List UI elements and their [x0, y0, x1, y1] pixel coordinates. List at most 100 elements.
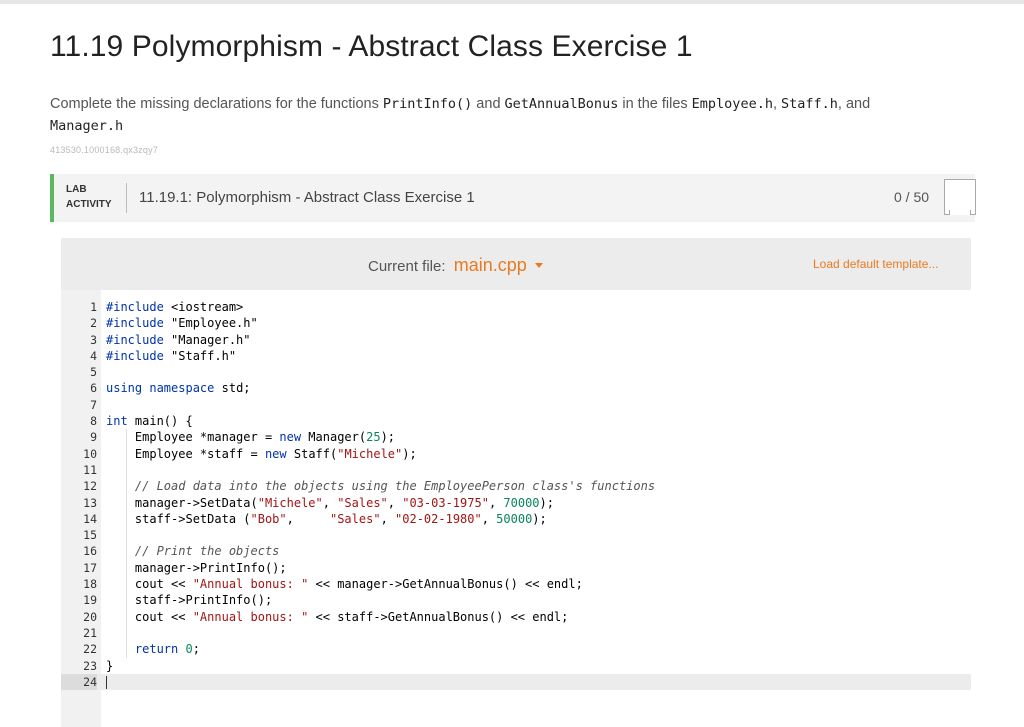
- code-text: }: [106, 658, 114, 673]
- code-line[interactable]: 22 return 0;: [61, 641, 971, 658]
- line-number: 8: [90, 414, 97, 429]
- line-number: 20: [83, 609, 97, 624]
- lab-score: 0 / 50: [894, 189, 930, 205]
- code-text: // Print the objects: [134, 544, 280, 559]
- lab-activity-header: LAB ACTIVITY 11.19.1: Polymorphism - Abs…: [50, 174, 976, 222]
- code-text: staff->PrintInfo();: [106, 593, 273, 608]
- code-printinfo: PrintInfo(): [382, 96, 473, 112]
- line-number: 16: [83, 544, 97, 559]
- code-text: return 0;: [134, 642, 200, 657]
- code-line[interactable]: 10 Employee *staff = new Staff("Michele"…: [61, 445, 971, 462]
- lab-tag-line2: ACTIVITY: [66, 199, 112, 210]
- code-text: #include "Manager.h": [106, 332, 251, 347]
- code-text: Employee *manager = new Manager(25);: [106, 430, 396, 445]
- line-number: 7: [90, 397, 97, 412]
- indent-guide: [126, 624, 127, 642]
- code-text: #include "Employee.h": [106, 316, 258, 331]
- code-line[interactable]: 17 manager->PrintInfo();: [61, 559, 971, 577]
- code-line[interactable]: 19 staff->PrintInfo();: [61, 592, 971, 609]
- code-text: staff->SetData ("Bob", "Sales", "02-02-1…: [106, 511, 547, 526]
- code-editor: Current file: main.cpp Load default temp…: [61, 238, 971, 727]
- code-text: // Load data into the objects using the …: [134, 479, 656, 494]
- line-number: 14: [83, 511, 97, 526]
- code-lines[interactable]: 1 #include <iostream> 2 #include "Employee.…: [61, 299, 971, 691]
- line-number: 18: [83, 577, 97, 592]
- caret-down-icon[interactable]: [534, 263, 543, 268]
- instructions-text: and: [472, 96, 505, 112]
- instructions-text: , and: [837, 96, 871, 112]
- lab-activity-tag: LAB ACTIVITY: [66, 182, 112, 212]
- code-line[interactable]: 13 manager->SetData("Michele", "Sales", …: [61, 494, 971, 511]
- line-number: 11: [83, 462, 97, 477]
- line-number: 19: [83, 593, 97, 608]
- line-number: 24: [61, 673, 97, 691]
- code-line[interactable]: 23}: [61, 658, 971, 674]
- code-line[interactable]: 18 cout << "Annual bonus: " << manager->…: [61, 576, 971, 593]
- text-cursor: [106, 675, 107, 689]
- code-text: Employee *staff = new Staff("Michele");: [106, 446, 417, 461]
- code-text: cout << "Annual bonus: " << manager->Get…: [106, 577, 583, 592]
- code-line[interactable]: 14 staff->SetData ("Bob", "Sales", "02-0…: [61, 510, 971, 528]
- code-line[interactable]: 11: [61, 461, 971, 479]
- load-default-template-link[interactable]: Load default template...: [813, 257, 938, 271]
- line-number: 2: [90, 316, 97, 331]
- lab-divider: [126, 183, 127, 213]
- current-file-label: Current file:: [368, 258, 446, 275]
- lab-title: 11.19.1: Polymorphism - Abstract Class E…: [139, 189, 475, 206]
- line-number: 23: [83, 658, 97, 673]
- score-badge-icon: [944, 179, 976, 215]
- instructions-text: Complete the missing declarations for th…: [50, 96, 383, 112]
- code-text: using namespace std;: [106, 381, 251, 396]
- code-getannualbonus: GetAnnualBonus: [504, 96, 619, 112]
- code-line[interactable]: 9 Employee *manager = new Manager(25);: [61, 429, 971, 446]
- indent-guide: [126, 527, 127, 544]
- current-file-selector[interactable]: Current file: main.cpp: [368, 255, 543, 276]
- line-number: 12: [83, 479, 97, 494]
- instructions: Complete the missing declarations for th…: [50, 93, 950, 137]
- line-number: 15: [83, 528, 97, 543]
- top-rule: [0, 0, 1024, 4]
- code-line[interactable]: 12 // Load data into the objects using t…: [61, 478, 971, 495]
- code-line[interactable]: 5: [61, 364, 971, 380]
- line-number: 4: [90, 348, 97, 363]
- code-line[interactable]: 8 int main() {: [61, 413, 971, 429]
- content-id: 413530.1000168.qx3zqy7: [50, 145, 158, 155]
- code-text: manager->PrintInfo();: [106, 560, 287, 575]
- line-number: 13: [83, 495, 97, 510]
- line-number: 5: [90, 365, 97, 380]
- code-line[interactable]: 24: [61, 673, 971, 691]
- code-line[interactable]: 21: [61, 624, 971, 642]
- code-line[interactable]: 6 using namespace std;: [61, 380, 971, 396]
- line-number: 22: [83, 642, 97, 657]
- code-area[interactable]: 1 #include <iostream> 2 #include "Employee.…: [61, 290, 971, 727]
- page-title: 11.19 Polymorphism - Abstract Class Exer…: [50, 30, 693, 63]
- line-number: 10: [83, 446, 97, 461]
- code-line[interactable]: 4 #include "Staff.h": [61, 348, 971, 364]
- code-staff-h: Staff.h: [781, 96, 838, 112]
- line-number: 9: [90, 430, 97, 445]
- code-employee-h: Employee.h: [691, 96, 773, 112]
- instructions-text: in the files: [618, 96, 692, 112]
- code-line[interactable]: 2 #include "Employee.h": [61, 315, 971, 331]
- line-number: 17: [83, 560, 97, 575]
- code-line[interactable]: 1 #include <iostream>: [61, 299, 971, 315]
- code-manager-h: Manager.h: [50, 118, 124, 134]
- code-line[interactable]: 20 cout << "Annual bonus: " << staff->Ge…: [61, 608, 971, 625]
- instructions-text: ,: [772, 96, 782, 112]
- code-line[interactable]: 16 // Print the objects: [61, 543, 971, 560]
- code-text: cout << "Annual bonus: " << staff->GetAn…: [106, 609, 569, 624]
- lab-tag-line1: LAB: [66, 184, 87, 195]
- code-text: #include "Staff.h": [106, 348, 237, 363]
- line-number: 6: [90, 381, 97, 396]
- code-line[interactable]: 15: [61, 527, 971, 544]
- indent-guide: [126, 461, 127, 479]
- code-text: manager->SetData("Michele", "Sales", "03…: [106, 495, 554, 510]
- code-line[interactable]: 7: [61, 397, 971, 413]
- code-text: int main() {: [106, 414, 193, 429]
- line-number: 3: [90, 332, 97, 347]
- code-line[interactable]: 3 #include "Manager.h": [61, 332, 971, 348]
- line-number: 1: [90, 300, 97, 314]
- current-file-name[interactable]: main.cpp: [454, 255, 527, 275]
- line-number: 21: [83, 625, 97, 640]
- code-text: #include <iostream>: [106, 300, 244, 314]
